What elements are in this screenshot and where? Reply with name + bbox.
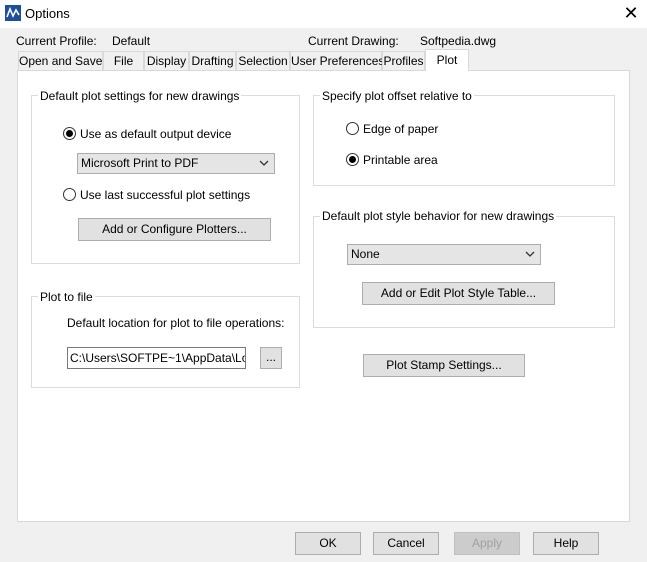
output-device-value: Microsoft Print to PDF (81, 156, 199, 170)
chevron-down-icon (259, 160, 269, 166)
plot-to-file-group (31, 296, 300, 388)
radio-printable-area[interactable] (346, 153, 359, 166)
plot-file-location-input[interactable]: C:\Users\SOFTPE~1\AppData\Local (67, 347, 246, 369)
chevron-down-icon (525, 251, 535, 257)
tab-drafting[interactable]: Drafting (189, 51, 236, 70)
app-icon (5, 5, 21, 21)
title-bar (0, 0, 647, 28)
cancel-button[interactable]: Cancel (373, 532, 439, 555)
plot-style-value: None (351, 247, 380, 261)
add-configure-plotters-button[interactable]: Add or Configure Plotters... (78, 218, 271, 241)
radio-default-output-device-label: Use as default output device (80, 127, 232, 141)
current-profile-label: Current Profile: (16, 34, 97, 48)
plot-style-title: Default plot style behavior for new draw… (320, 209, 557, 223)
plot-style-group (313, 216, 615, 328)
plot-offset-title: Specify plot offset relative to (320, 89, 474, 103)
help-button[interactable]: Help (533, 532, 599, 555)
browse-button[interactable]: ... (260, 347, 282, 369)
radio-edge-of-paper-label: Edge of paper (363, 122, 439, 136)
default-plot-settings-title: Default plot settings for new drawings (38, 89, 242, 103)
output-device-select[interactable]: Microsoft Print to PDF (77, 153, 275, 174)
plot-stamp-settings-button[interactable]: Plot Stamp Settings... (363, 354, 525, 377)
current-profile-value: Default (112, 34, 151, 48)
tab-user-preferences[interactable]: User Preferences (290, 51, 384, 70)
tab-display[interactable]: Display (144, 51, 189, 70)
window-title: Options (25, 6, 70, 21)
radio-last-successful-label: Use last successful plot settings (80, 188, 251, 202)
plot-to-file-title: Plot to file (38, 290, 95, 304)
current-drawing-label: Current Drawing: (308, 34, 399, 48)
plot-file-location-label: Default location for plot to file operat… (67, 316, 285, 330)
plot-offset-group (313, 95, 615, 186)
close-icon[interactable]: ✕ (620, 2, 642, 24)
ok-button[interactable]: OK (295, 532, 361, 555)
radio-printable-area-label: Printable area (363, 153, 438, 167)
radio-edge-of-paper[interactable] (346, 122, 359, 135)
add-edit-plot-style-button[interactable]: Add or Edit Plot Style Table... (362, 282, 555, 305)
tab-open-and-save[interactable]: Open and Save (18, 51, 103, 70)
tab-plot[interactable]: Plot (425, 49, 469, 71)
current-drawing-value: Softpedia.dwg (420, 34, 497, 48)
tab-file[interactable]: File (103, 51, 144, 70)
tab-profiles[interactable]: Profiles (382, 51, 425, 70)
radio-default-output-device[interactable] (63, 127, 76, 140)
radio-last-successful[interactable] (63, 188, 76, 201)
plot-style-select[interactable]: None (347, 244, 541, 265)
apply-button: Apply (454, 532, 520, 555)
tab-selection[interactable]: Selection (236, 51, 290, 70)
